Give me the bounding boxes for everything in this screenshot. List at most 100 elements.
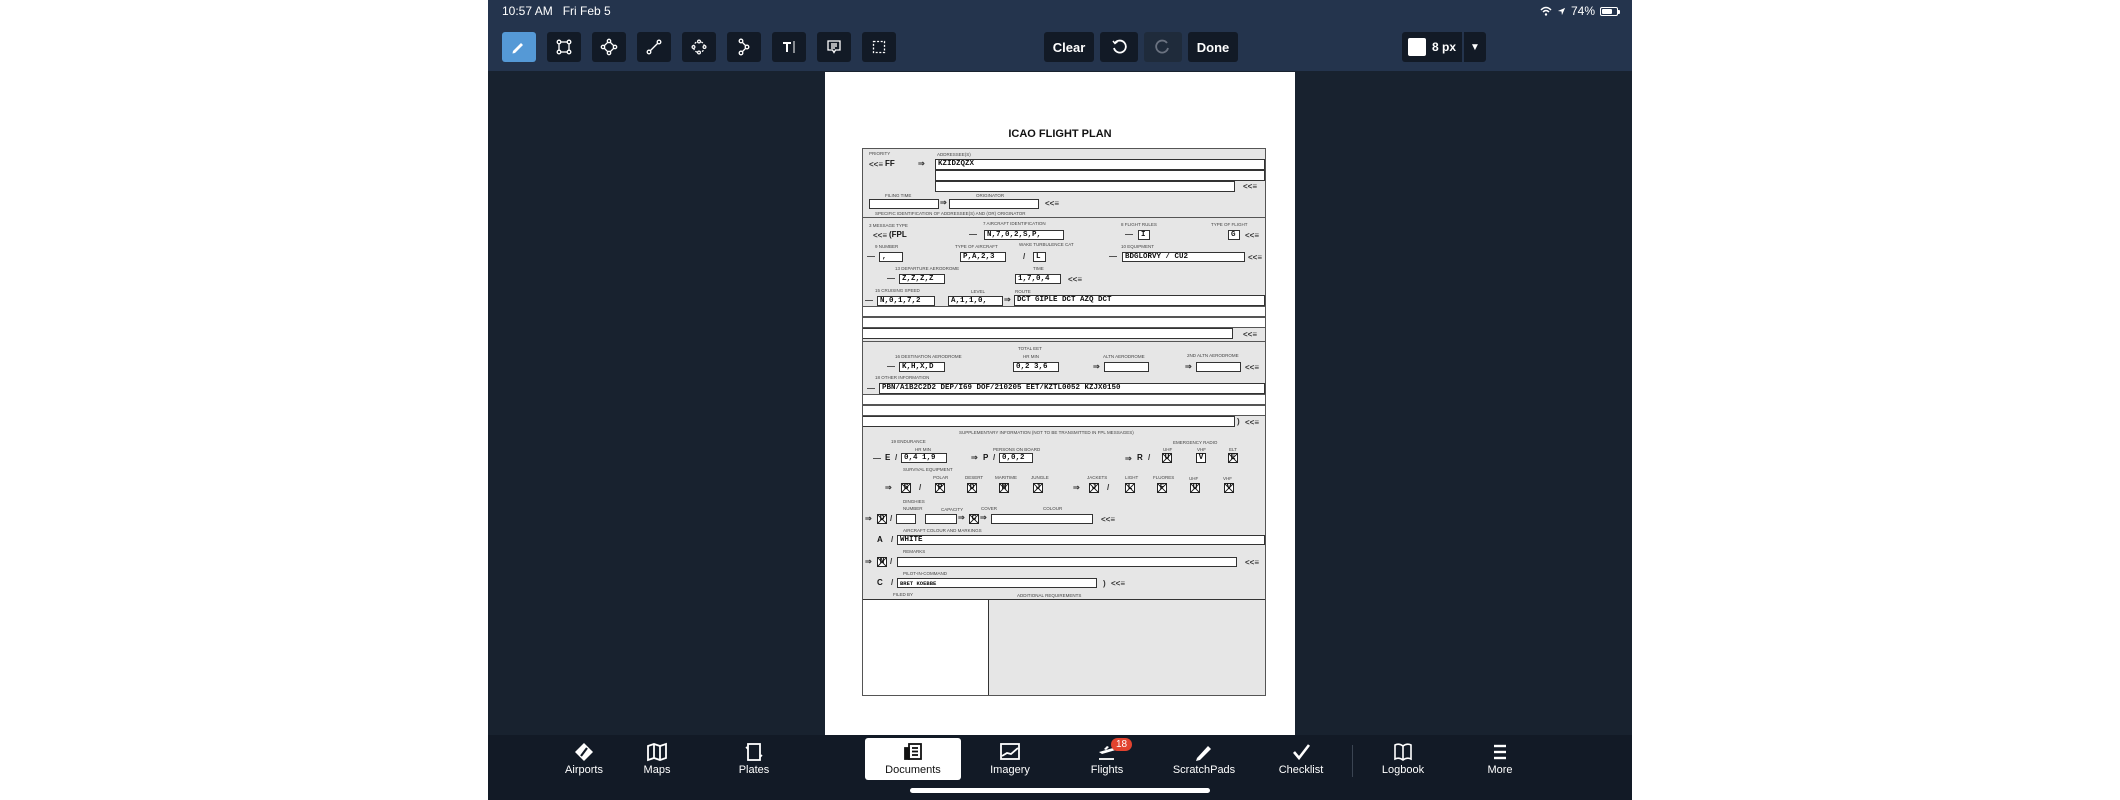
type-of-flight-field[interactable]: G — [1228, 230, 1240, 240]
dash-symbol: — — [887, 274, 895, 283]
cruising-speed-field[interactable]: N,0,1,7,2 — [877, 296, 935, 306]
persons-on-board-field[interactable]: 0,0,2 — [999, 453, 1033, 463]
battery-icon — [1600, 6, 1620, 16]
text-tool-button[interactable] — [772, 32, 806, 62]
document-viewer[interactable]: ICAO FLIGHT PLAN PRIORITY ADDRESSEE(S) <… — [488, 71, 1632, 736]
tab-scratchpads[interactable]: ScratchPads — [1156, 738, 1252, 780]
destination-field[interactable]: K,H,X,D — [899, 362, 945, 372]
tab-documents[interactable]: Documents — [865, 738, 961, 780]
select-tool-button[interactable] — [862, 32, 896, 62]
dinghy-number-field[interactable] — [896, 514, 916, 524]
pic-field[interactable]: BRET KOEBBE — [897, 578, 1097, 588]
arrow-symbol: ⇒ — [958, 513, 965, 522]
redo-button[interactable] — [1144, 32, 1182, 62]
dinghies-checkbox[interactable]: D — [877, 514, 887, 524]
tab-more[interactable]: More — [1452, 738, 1548, 780]
addressee-field-2[interactable] — [935, 170, 1265, 181]
stroke-dropdown-button[interactable]: ▼ — [1464, 32, 1486, 62]
total-eet-field[interactable]: 0,2 3,6 — [1013, 362, 1059, 372]
jackets-checkbox[interactable]: J — [1089, 483, 1099, 493]
altn2-field[interactable] — [1196, 362, 1241, 372]
elt-checkbox[interactable]: E — [1228, 453, 1238, 463]
wake-turbulence-field[interactable]: L — [1033, 252, 1046, 262]
remarks-field[interactable] — [897, 557, 1237, 567]
light-label: LIGHT — [1125, 475, 1139, 480]
originator-label: ORIGINATOR — [976, 193, 1005, 198]
ellipse-tool-button[interactable] — [592, 32, 626, 62]
addressee-field-3[interactable] — [935, 181, 1235, 192]
departure-field[interactable]: Z,Z,Z,Z — [899, 274, 945, 284]
tab-imagery[interactable]: Imagery — [962, 738, 1058, 780]
other-info-line-4[interactable] — [863, 416, 1235, 427]
addressee-field[interactable]: KZIDZQZX — [935, 159, 1265, 170]
clear-button[interactable]: Clear — [1044, 32, 1094, 62]
tab-flights[interactable]: 18 Flights — [1059, 738, 1155, 780]
tab-checklist[interactable]: Checklist — [1253, 738, 1349, 780]
polygon-shape-icon — [691, 39, 707, 55]
tab-label: Airports — [565, 764, 603, 776]
originator-field[interactable] — [949, 199, 1039, 209]
jacket-uhf-checkbox[interactable]: U — [1190, 483, 1200, 493]
other-info-line-3[interactable] — [863, 405, 1265, 416]
fluores-label: FLUORES — [1153, 475, 1175, 480]
line-tool-button[interactable] — [637, 32, 671, 62]
maritime-checkbox[interactable]: M — [999, 483, 1009, 493]
remarks-checkbox[interactable]: N — [877, 557, 887, 567]
end-symbol: <<≡ — [1245, 418, 1260, 427]
end-symbol: <<≡ — [1243, 330, 1258, 339]
departure-time-field[interactable]: 1,7,0,4 — [1015, 274, 1061, 284]
endurance-letter: E — [885, 453, 891, 462]
priority-label: PRIORITY — [869, 151, 891, 156]
filing-time-field[interactable] — [869, 199, 939, 209]
tab-maps[interactable]: Maps — [609, 738, 705, 780]
tab-logbook[interactable]: Logbook — [1355, 738, 1451, 780]
rectangle-tool-button[interactable] — [547, 32, 581, 62]
stroke-settings-button[interactable]: 8 px — [1402, 32, 1462, 62]
filed-by-field[interactable] — [863, 599, 989, 695]
end-symbol: <<≡ — [1248, 253, 1263, 262]
altn-field[interactable] — [1104, 362, 1149, 372]
polygon-tool-button[interactable] — [682, 32, 716, 62]
home-indicator[interactable] — [910, 788, 1210, 793]
line-shape-icon — [646, 39, 662, 55]
aircraft-colour-field[interactable]: WHITE — [897, 535, 1265, 545]
uhf-checkbox[interactable]: U — [1162, 453, 1172, 463]
cover-checkbox[interactable]: C — [969, 514, 979, 524]
tab-plates[interactable]: Plates — [706, 738, 802, 780]
colour-field[interactable] — [991, 514, 1093, 524]
flight-rules-field[interactable]: I — [1138, 230, 1150, 240]
capacity-field[interactable] — [925, 514, 957, 524]
done-button[interactable]: Done — [1188, 32, 1238, 62]
vhf-checkbox[interactable]: V — [1196, 453, 1206, 463]
tab-divider — [1352, 745, 1353, 777]
jungle-checkbox[interactable]: J — [1033, 483, 1043, 493]
stroke-width-label: 8 px — [1432, 40, 1457, 54]
polar-checkbox[interactable]: P — [935, 483, 945, 493]
endurance-field[interactable]: 0,4 1,9 — [901, 453, 947, 463]
uhf-label: UHF — [1163, 447, 1173, 452]
document-page[interactable]: ICAO FLIGHT PLAN PRIORITY ADDRESSEE(S) <… — [825, 72, 1295, 736]
close-paren-symbol: ) — [1237, 417, 1240, 426]
survival-checkbox[interactable]: S — [901, 483, 911, 493]
other-info-field[interactable]: PBN/A1B2C2D2 DEP/I69 DOF/210205 EET/KZTL… — [879, 383, 1265, 394]
route-field[interactable]: DCT GIPLE DCT AZQ DCT — [1014, 295, 1265, 306]
other-info-line-2[interactable] — [863, 394, 1265, 405]
pen-tool-button[interactable] — [502, 32, 536, 62]
aircraft-id-field[interactable]: N,7,0,2,S,P, — [984, 230, 1064, 240]
level-field[interactable]: A,1,1,0, — [948, 296, 1003, 306]
battery-percent: 74% — [1570, 4, 1595, 18]
type-of-aircraft-field[interactable]: P,A,2,3 — [960, 252, 1006, 262]
undo-button[interactable] — [1100, 32, 1138, 62]
route-line-2[interactable] — [863, 306, 1265, 317]
desert-checkbox[interactable]: D — [967, 483, 977, 493]
polyline-tool-button[interactable] — [727, 32, 761, 62]
equipment-field[interactable]: BDGLORVY / CU2 — [1122, 252, 1245, 262]
clock: 10:57 AM — [502, 4, 553, 18]
light-checkbox[interactable]: L — [1125, 483, 1135, 493]
jacket-vhf-checkbox[interactable]: V — [1224, 483, 1234, 493]
number-field[interactable]: , — [879, 252, 903, 262]
note-tool-button[interactable] — [817, 32, 851, 62]
fluores-checkbox[interactable]: F — [1157, 483, 1167, 493]
route-line-4[interactable] — [863, 328, 1233, 339]
route-line-3[interactable] — [863, 317, 1265, 328]
